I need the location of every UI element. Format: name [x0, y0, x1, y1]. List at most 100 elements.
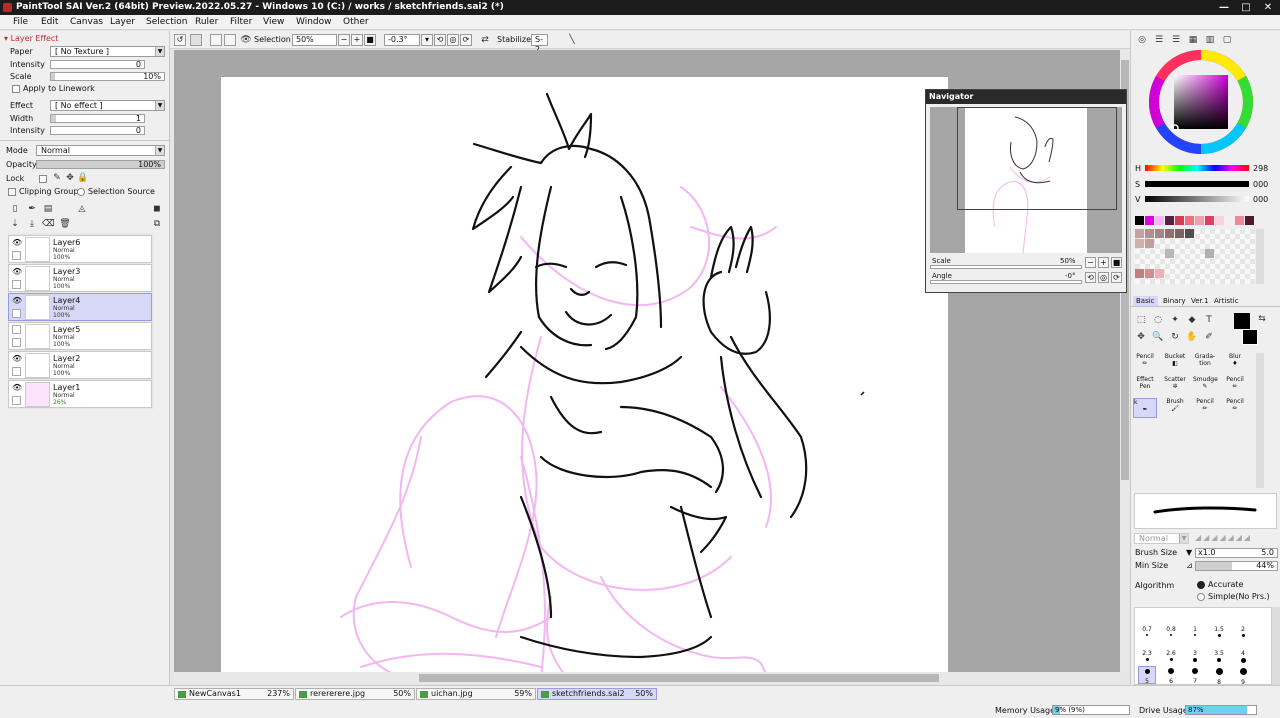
brush-preset[interactable]: 1.5: [1210, 624, 1228, 639]
swatch[interactable]: [1205, 249, 1214, 258]
pressure-icon[interactable]: ⊿: [1186, 561, 1193, 570]
tool-scatter[interactable]: Scatter ✲: [1163, 376, 1187, 390]
nav-angle-slider[interactable]: [930, 280, 1082, 284]
brush-preset[interactable]: 4: [1234, 648, 1252, 663]
nav-rotate-ccw-button[interactable]: ⟲: [1085, 272, 1096, 283]
navigator-viewport-frame[interactable]: [957, 107, 1117, 210]
document-tab[interactable]: NewCanvas1 237%: [174, 688, 294, 700]
foreground-color[interactable]: [1234, 313, 1250, 329]
brush-preset[interactable]: 7: [1186, 666, 1204, 685]
pen-icon[interactable]: ✎: [51, 172, 63, 184]
effect-intensity-slider[interactable]: 0: [50, 126, 145, 135]
mask-icon[interactable]: ◬: [76, 203, 88, 215]
zoom-field[interactable]: 50%: [292, 34, 337, 46]
menu-edit[interactable]: Edit: [41, 16, 58, 29]
menu-layer[interactable]: Layer: [110, 16, 135, 29]
swatch[interactable]: [1215, 216, 1224, 225]
layer-lock-box[interactable]: [12, 309, 21, 318]
tab-basic[interactable]: Basic: [1133, 296, 1158, 306]
zoom-out-button[interactable]: −: [338, 34, 350, 46]
brush-preset[interactable]: 8: [1210, 666, 1228, 686]
stabilizer-select[interactable]: S-2: [531, 34, 548, 54]
swatch[interactable]: [1175, 216, 1184, 225]
document-tab-active[interactable]: sketchfriends.sai2 50%: [537, 688, 657, 700]
layer-lock-box[interactable]: [12, 396, 21, 405]
eye-icon[interactable]: 👁: [12, 238, 22, 248]
flip-horizontal-icon[interactable]: ⇄: [479, 34, 491, 46]
tool-bucket[interactable]: Bucket ◧: [1163, 353, 1187, 367]
swatch[interactable]: [1245, 216, 1254, 225]
swatch[interactable]: [1195, 216, 1204, 225]
maximize-button[interactable]: □: [1235, 0, 1257, 15]
tab-ver1[interactable]: Ver.1: [1188, 296, 1211, 306]
move-icon[interactable]: ✥: [1135, 331, 1147, 343]
nav-zoom-reset-button[interactable]: ■: [1111, 257, 1122, 268]
swatch[interactable]: [1165, 249, 1174, 258]
blend-mode-select[interactable]: Normal ▼: [36, 145, 165, 156]
zoom-reset-button[interactable]: ■: [364, 34, 376, 46]
nav-zoom-out-button[interactable]: −: [1085, 257, 1096, 268]
swatch[interactable]: [1135, 239, 1144, 248]
swatch[interactable]: [1155, 269, 1164, 278]
clear-layer-icon[interactable]: ⌫: [42, 218, 55, 230]
panel-options-icon[interactable]: ◼: [151, 203, 163, 215]
expand-panel-icon[interactable]: ⧉: [151, 218, 163, 230]
document-tab[interactable]: uichan.jpg 59%: [416, 688, 536, 700]
color-wheel[interactable]: [1147, 48, 1255, 156]
menu-ruler[interactable]: Ruler: [195, 16, 218, 29]
eye-icon[interactable]: 👁: [12, 267, 22, 277]
swatch[interactable]: [1155, 229, 1164, 238]
tool-custom-selected[interactable]: k ✒: [1133, 398, 1157, 418]
opacity-slider[interactable]: 100%: [36, 160, 165, 169]
layer-row[interactable]: 👁 Layer2 Normal 100%: [8, 351, 152, 379]
navigator-preview[interactable]: [930, 107, 1122, 254]
brush-preset[interactable]: 3: [1186, 648, 1204, 663]
visibility-box[interactable]: [12, 325, 21, 334]
nav-rotate-cw-button[interactable]: ⟳: [1111, 272, 1122, 283]
tool-brush[interactable]: Brush 🖌: [1163, 398, 1187, 412]
tab-artistic[interactable]: Artistic: [1211, 296, 1242, 306]
move-icon[interactable]: ✥: [64, 172, 76, 184]
brush-preset[interactable]: 2.6: [1162, 648, 1180, 663]
swatch[interactable]: [1185, 216, 1194, 225]
tool-pencil-1[interactable]: Pencil ✏: [1133, 353, 1157, 367]
straight-line-icon[interactable]: ╲: [566, 34, 578, 46]
rotate-icon[interactable]: ↻: [1169, 331, 1181, 343]
undo-icon[interactable]: ↺: [174, 34, 186, 46]
swatch[interactable]: [1165, 216, 1174, 225]
layer-row[interactable]: 👁 Layer1 Normal 26%: [8, 380, 152, 408]
swatch[interactable]: [1235, 216, 1244, 225]
lock-icon[interactable]: 🔒: [77, 172, 89, 184]
transfer-down-icon[interactable]: ⇣: [9, 218, 21, 230]
tool-pencil-3[interactable]: Pencil ✏: [1193, 398, 1217, 412]
eye-icon[interactable]: 👁: [240, 34, 252, 46]
brush-preset[interactable]: 6: [1162, 666, 1180, 685]
menu-filter[interactable]: Filter: [230, 16, 252, 29]
palette-tab-icon[interactable]: ▦: [1187, 34, 1199, 46]
brush-preset[interactable]: 2: [1234, 624, 1252, 639]
navigator-title[interactable]: Navigator: [926, 90, 1126, 104]
eye-icon[interactable]: 👁: [12, 383, 22, 393]
eye-icon[interactable]: 👁: [12, 296, 22, 306]
menu-view[interactable]: View: [263, 16, 284, 29]
swap-colors-icon[interactable]: ⇆: [1256, 313, 1268, 325]
layer-effect-header[interactable]: ▾ Layer Effect: [4, 34, 58, 44]
eyedropper-icon[interactable]: ✐: [1203, 331, 1215, 343]
swatch[interactable]: [1135, 269, 1144, 278]
brush-preset-scrollbar[interactable]: [1272, 607, 1280, 685]
magic-wand-icon[interactable]: ✦: [1169, 314, 1181, 326]
menu-selection[interactable]: Selection: [146, 16, 187, 29]
new-linework-layer-icon[interactable]: ✒: [26, 203, 38, 215]
invert-selection-icon[interactable]: [224, 34, 236, 46]
swatch-grid[interactable]: [1135, 229, 1255, 284]
lasso-icon[interactable]: ◌: [1152, 314, 1164, 326]
paper-select[interactable]: [ No Texture ] ▼: [50, 46, 165, 57]
intensity-slider[interactable]: 0: [50, 60, 145, 69]
swatch[interactable]: [1135, 229, 1144, 238]
color-wheel-tab-icon[interactable]: ◎: [1136, 34, 1148, 46]
effect-select[interactable]: [ No effect ] ▼: [50, 100, 165, 111]
swatch[interactable]: [1165, 229, 1174, 238]
swatch[interactable]: [1135, 216, 1144, 225]
tool-effect-pen[interactable]: Effect Pen: [1133, 376, 1157, 390]
min-size-slider[interactable]: 44%: [1195, 561, 1278, 571]
